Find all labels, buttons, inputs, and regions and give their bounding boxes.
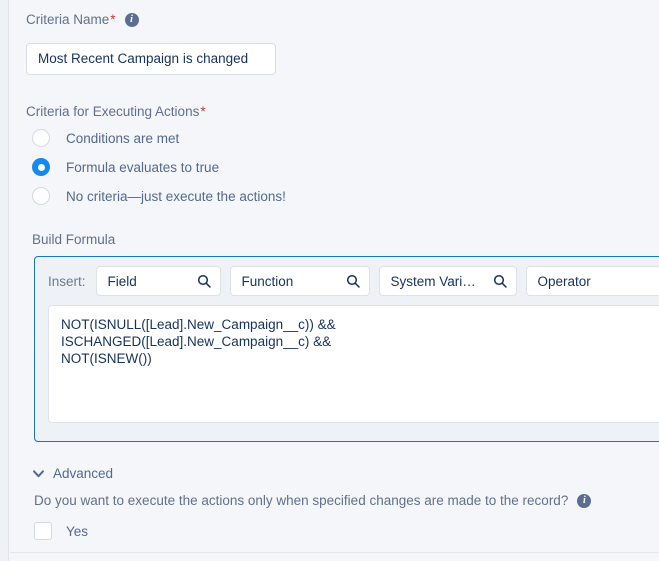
bottom-divider — [10, 552, 659, 553]
radio-option-no-criteria[interactable]: No criteria—just execute the actions! — [32, 186, 286, 206]
radio-mark[interactable] — [32, 187, 50, 205]
advanced-section-toggle[interactable]: Advanced — [32, 466, 113, 481]
insert-field-picker-label: Field — [107, 273, 137, 289]
required-asterisk: * — [110, 12, 116, 27]
criteria-name-input[interactable]: Most Recent Campaign is changed — [26, 43, 276, 75]
radio-option-conditions-are-met[interactable]: Conditions are met — [32, 128, 179, 148]
info-icon[interactable]: i — [124, 13, 139, 27]
checkbox-label: Yes — [66, 523, 89, 539]
required-asterisk: * — [200, 104, 206, 119]
insert-operator-picker-label: Operator — [537, 273, 591, 289]
radio-mark-selected[interactable] — [32, 158, 50, 176]
search-icon — [493, 274, 507, 288]
info-icon[interactable]: i — [577, 493, 592, 508]
build-formula-label-text: Build Formula — [32, 232, 116, 247]
formula-textarea[interactable]: NOT(ISNULL([Lead].New_Campaign__c)) && I… — [48, 305, 659, 423]
insert-function-picker[interactable]: Function — [229, 266, 370, 296]
insert-operator-picker[interactable]: Operator — [525, 266, 659, 296]
radio-mark[interactable] — [32, 129, 50, 147]
criteria-configuration-panel: Criteria Name * i Most Recent Campaign is… — [0, 0, 659, 561]
insert-function-picker-label: Function — [241, 273, 294, 289]
advanced-description: Do you want to execute the actions only … — [34, 493, 592, 508]
insert-system-variable-picker-label: System Vari… — [390, 273, 476, 289]
insert-label: Insert: — [48, 273, 86, 289]
search-icon — [346, 274, 360, 288]
left-gutter — [0, 0, 9, 561]
build-formula-label: Build Formula — [32, 232, 115, 248]
advanced-yes-checkbox-row[interactable]: Yes — [34, 522, 88, 540]
criteria-for-executing-actions-label: Criteria for Executing Actions * — [26, 104, 206, 120]
insert-field-picker[interactable]: Field — [95, 266, 221, 296]
formula-builder-card: Insert: Field Function System Vari… Oper… — [34, 256, 659, 442]
radio-label: Formula evaluates to true — [66, 159, 220, 175]
radio-label: No criteria—just execute the actions! — [66, 188, 286, 204]
checkbox-mark[interactable] — [34, 522, 52, 540]
criteria-actions-label-text: Criteria for Executing Actions — [26, 104, 200, 119]
radio-label: Conditions are met — [66, 130, 180, 146]
criteria-name-label: Criteria Name * i — [26, 12, 139, 28]
insert-system-variable-picker[interactable]: System Vari… — [378, 266, 517, 296]
search-icon — [197, 274, 211, 288]
radio-option-formula-evaluates-to-true[interactable]: Formula evaluates to true — [32, 157, 219, 177]
chevron-down-icon — [32, 467, 45, 480]
advanced-label: Advanced — [53, 466, 114, 481]
advanced-description-text: Do you want to execute the actions only … — [34, 493, 569, 508]
criteria-name-label-text: Criteria Name — [26, 12, 110, 27]
insert-toolbar: Insert: Field Function System Vari… Oper… — [35, 257, 659, 305]
